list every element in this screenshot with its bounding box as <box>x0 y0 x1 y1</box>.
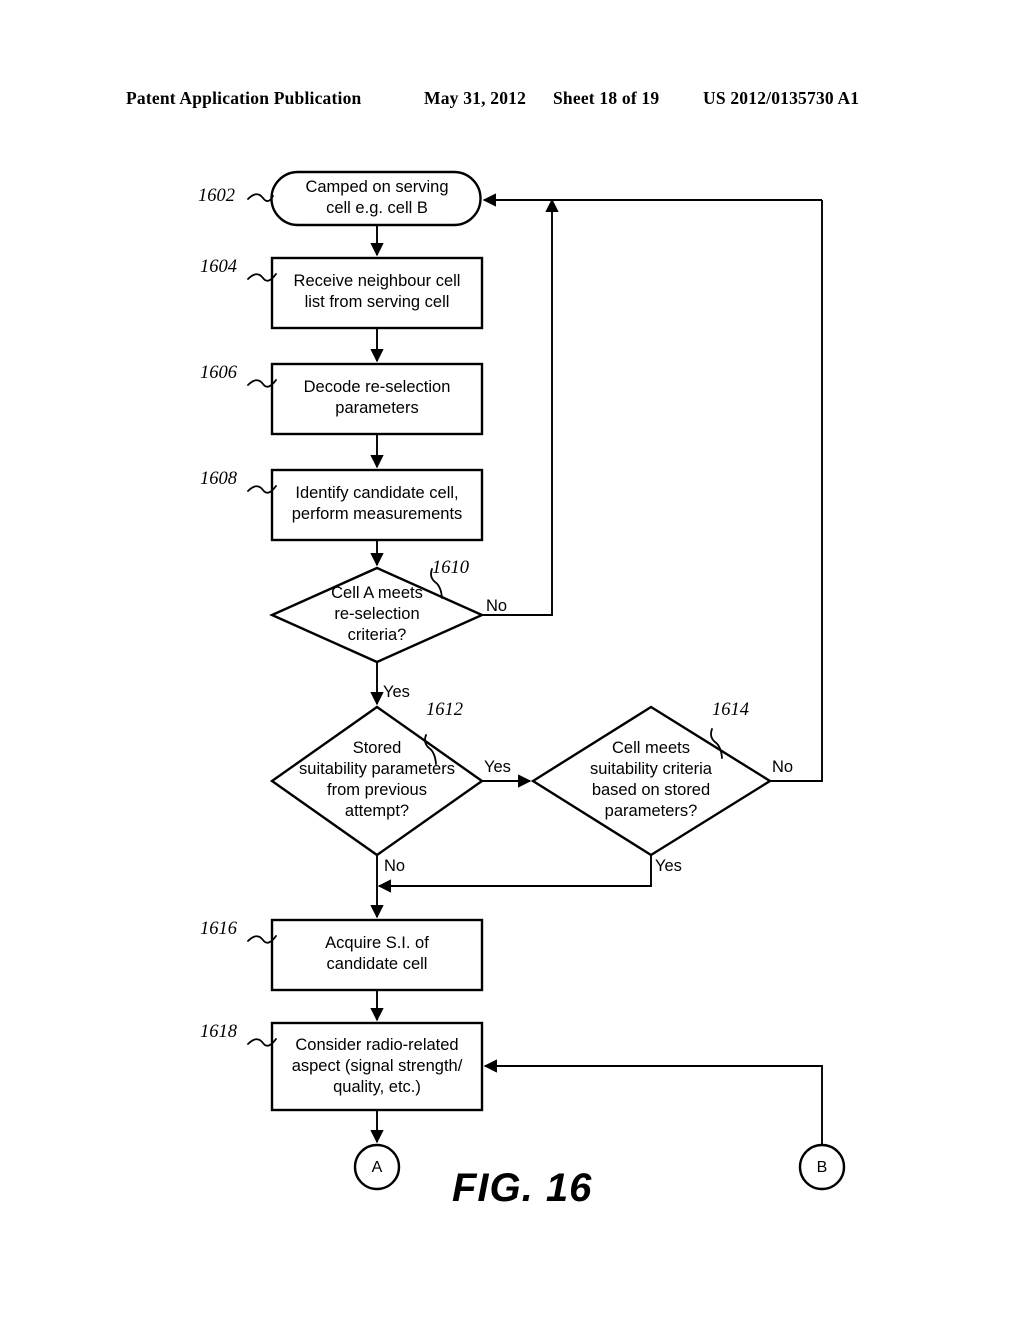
node-shape-1604 <box>270 256 484 330</box>
edge-label-1612-no: No <box>384 857 406 875</box>
ref-numeral-1616: 1616 <box>200 919 237 939</box>
edge-1614-yes-merge <box>377 855 652 893</box>
edge-label-1614-yes: Yes <box>655 857 682 875</box>
edge-label-1610-yes: Yes <box>383 683 410 701</box>
edge-label-1614-no: No <box>772 758 794 776</box>
edge-1614-no-return <box>770 200 823 782</box>
node-shape-1616 <box>270 918 484 992</box>
ref-numeral-1612: 1612 <box>426 700 463 720</box>
figure-16-flowchart: Camped on serving cell e.g. cell B Recei… <box>0 0 1024 1320</box>
leader-1612 <box>424 734 437 765</box>
ref-numeral-1610: 1610 <box>432 558 469 578</box>
ref-numeral-1618: 1618 <box>200 1022 237 1042</box>
node-shape-1602 <box>270 170 482 227</box>
leader-1602 <box>247 193 274 202</box>
ref-numeral-1614: 1614 <box>712 700 749 720</box>
edge-1610-no-return <box>482 198 559 616</box>
node-shape-1618 <box>270 1021 484 1112</box>
connector-b-label: B <box>816 1159 828 1176</box>
ref-numeral-1602: 1602 <box>198 186 235 206</box>
node-shape-1608 <box>270 468 484 542</box>
leader-1614 <box>710 728 723 759</box>
figure-caption: FIG. 16 <box>452 1166 593 1210</box>
node-shape-1614 <box>530 705 773 857</box>
ref-numeral-1608: 1608 <box>200 469 237 489</box>
edge-connector-b-1618 <box>483 1059 823 1145</box>
ref-numeral-1604: 1604 <box>200 257 237 277</box>
node-shape-1606 <box>270 362 484 436</box>
node-shape-1612 <box>269 705 485 857</box>
edge-label-1612-yes: Yes <box>484 758 511 776</box>
connector-a-label: A <box>371 1159 383 1176</box>
edge-label-1610-no: No <box>486 597 508 615</box>
node-shape-1610 <box>269 566 485 664</box>
ref-numeral-1606: 1606 <box>200 363 237 383</box>
